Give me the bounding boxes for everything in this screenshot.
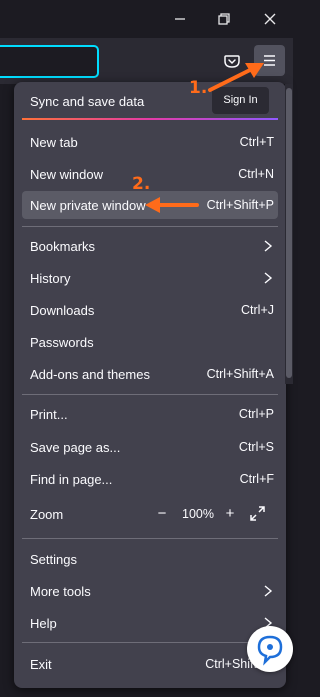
menu-item-label: History [30, 271, 71, 286]
chevron-right-icon [264, 240, 273, 252]
menu-separator [22, 538, 278, 539]
menu-item-label: New window [30, 167, 103, 182]
chevron-right-icon [264, 272, 273, 284]
app-menu-panel: Sync and save data Sign In New tab Ctrl+… [14, 82, 286, 688]
menu-item-label: Settings [30, 552, 77, 567]
menu-item-addons-and-themes[interactable]: Add-ons and themes Ctrl+Shift+A [22, 360, 278, 388]
menu-item-print[interactable]: Print... Ctrl+P [22, 400, 278, 428]
menu-item-settings[interactable]: Settings [22, 545, 278, 573]
menu-item-help[interactable]: Help [22, 609, 278, 637]
menu-item-label: New tab [30, 135, 78, 150]
menu-item-exit[interactable]: Exit Ctrl+Shift+Q [22, 650, 278, 678]
menu-item-label: New private window [30, 198, 146, 213]
menu-item-label: Passwords [30, 335, 94, 350]
chat-icon [257, 635, 283, 666]
annotation-step-1: 1. [189, 78, 208, 98]
menu-item-shortcut: Ctrl+T [239, 135, 274, 149]
menu-item-label: More tools [30, 584, 91, 599]
url-bar[interactable] [0, 45, 99, 78]
menu-item-shortcut: Ctrl+S [238, 440, 274, 454]
menu-item-zoom: Zoom − 100% + [22, 500, 278, 528]
page-scrollbar[interactable] [285, 84, 293, 384]
close-icon[interactable] [259, 8, 281, 30]
menu-item-label: Print... [30, 407, 68, 422]
menu-item-passwords[interactable]: Passwords [22, 328, 278, 356]
menu-item-shortcut: Ctrl+Shift+A [206, 367, 274, 381]
fullscreen-icon[interactable] [249, 505, 266, 522]
zoom-reset-button[interactable]: 100% [182, 507, 214, 521]
menu-separator [22, 394, 278, 395]
zoom-in-button[interactable]: + [220, 504, 240, 524]
menu-item-label: Help [30, 616, 57, 631]
menu-separator [22, 226, 278, 227]
annotation-arrow-2-icon [145, 197, 199, 213]
menu-item-label: Downloads [30, 303, 95, 318]
menu-item-shortcut: Ctrl+N [238, 167, 274, 181]
menu-item-label: Find in page... [30, 472, 113, 487]
zoom-out-button[interactable]: − [152, 504, 172, 524]
title-bar [0, 0, 293, 38]
menu-item-more-tools[interactable]: More tools [22, 577, 278, 605]
menu-item-label: Exit [30, 657, 52, 672]
menu-item-downloads[interactable]: Downloads Ctrl+J [22, 296, 278, 324]
restore-icon[interactable] [213, 8, 235, 30]
menu-item-bookmarks[interactable]: Bookmarks [22, 232, 278, 260]
menu-item-label: Bookmarks [30, 239, 96, 254]
menu-item-find-in-page[interactable]: Find in page... Ctrl+F [22, 465, 278, 493]
menu-item-shortcut: Ctrl+Shift+P [206, 198, 274, 212]
minimize-icon[interactable] [169, 8, 191, 30]
chevron-right-icon [264, 585, 273, 597]
menu-item-shortcut: Ctrl+P [238, 407, 274, 421]
menu-item-shortcut: Ctrl+F [239, 472, 274, 486]
menu-item-shortcut: Ctrl+J [241, 303, 274, 317]
menu-item-new-tab[interactable]: New tab Ctrl+T [22, 128, 278, 156]
menu-item-label: Save page as... [30, 440, 121, 455]
menu-item-label: Zoom [30, 507, 64, 522]
menu-separator [22, 642, 278, 643]
sync-label: Sync and save data [30, 94, 145, 109]
annotation-step-2: 2. [132, 174, 151, 194]
menu-item-save-page-as[interactable]: Save page as... Ctrl+S [22, 433, 278, 461]
chat-widget-button[interactable] [247, 626, 293, 672]
annotation-arrow-1-icon [208, 63, 264, 92]
menu-item-history[interactable]: History [22, 264, 278, 292]
sync-divider [22, 118, 278, 120]
scrollbar-thumb[interactable] [286, 88, 292, 378]
menu-item-label: Add-ons and themes [30, 367, 150, 382]
